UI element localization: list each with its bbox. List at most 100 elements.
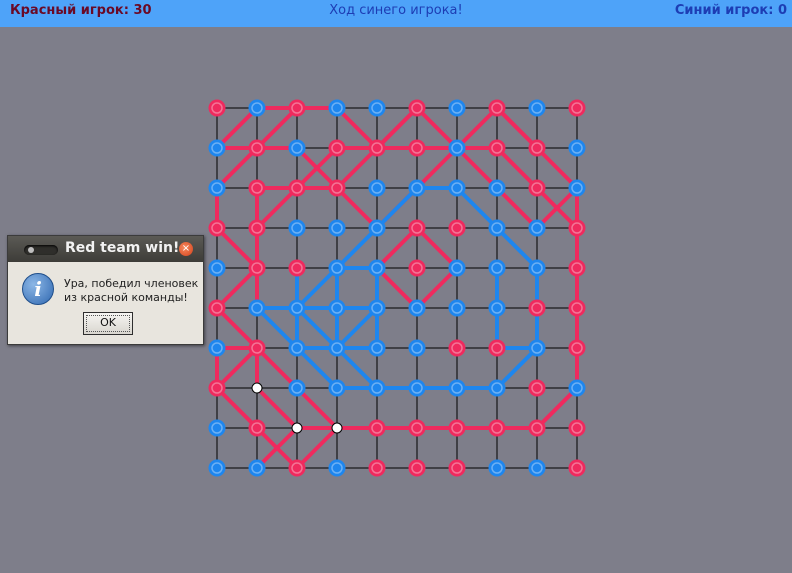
red-dot[interactable] — [488, 339, 506, 357]
red-dot[interactable] — [208, 299, 226, 317]
blue-dot[interactable] — [208, 259, 226, 277]
blue-dot[interactable] — [248, 99, 266, 117]
red-dot[interactable] — [288, 179, 306, 197]
blue-dot[interactable] — [528, 219, 546, 237]
red-dot[interactable] — [528, 179, 546, 197]
blue-dot[interactable] — [528, 339, 546, 357]
blue-dot[interactable] — [208, 459, 226, 477]
blue-dot[interactable] — [248, 299, 266, 317]
red-dot[interactable] — [488, 419, 506, 437]
blue-dot[interactable] — [288, 219, 306, 237]
red-dot[interactable] — [328, 179, 346, 197]
red-dot[interactable] — [528, 139, 546, 157]
dialog-titlebar[interactable]: Red team win! × — [8, 236, 203, 262]
blue-dot[interactable] — [288, 139, 306, 157]
red-dot[interactable] — [568, 99, 586, 117]
blue-dot[interactable] — [368, 179, 386, 197]
blue-dot[interactable] — [408, 299, 426, 317]
red-dot[interactable] — [248, 339, 266, 357]
blue-dot[interactable] — [448, 99, 466, 117]
red-dot[interactable] — [568, 259, 586, 277]
blue-dot[interactable] — [528, 459, 546, 477]
blue-dot[interactable] — [328, 459, 346, 477]
red-dot[interactable] — [248, 179, 266, 197]
red-dot[interactable] — [528, 419, 546, 437]
red-dot[interactable] — [488, 139, 506, 157]
blue-dot[interactable] — [568, 379, 586, 397]
red-dot[interactable] — [408, 259, 426, 277]
window-menu-icon[interactable] — [24, 245, 58, 255]
blue-dot[interactable] — [488, 299, 506, 317]
blue-dot[interactable] — [408, 339, 426, 357]
blue-dot[interactable] — [208, 179, 226, 197]
blue-dot[interactable] — [408, 179, 426, 197]
blue-dot[interactable] — [288, 379, 306, 397]
red-dot[interactable] — [408, 419, 426, 437]
blue-dot[interactable] — [288, 299, 306, 317]
blue-dot[interactable] — [528, 99, 546, 117]
red-dot[interactable] — [448, 419, 466, 437]
red-dot[interactable] — [528, 299, 546, 317]
blue-dot[interactable] — [448, 259, 466, 277]
red-dot[interactable] — [288, 259, 306, 277]
red-dot[interactable] — [288, 99, 306, 117]
blue-dot[interactable] — [328, 339, 346, 357]
red-dot[interactable] — [448, 219, 466, 237]
red-dot[interactable] — [488, 99, 506, 117]
blue-dot[interactable] — [408, 379, 426, 397]
blue-dot[interactable] — [328, 219, 346, 237]
blue-dot[interactable] — [488, 459, 506, 477]
red-dot[interactable] — [408, 99, 426, 117]
blue-dot[interactable] — [328, 259, 346, 277]
blue-dot[interactable] — [208, 339, 226, 357]
red-dot[interactable] — [408, 219, 426, 237]
red-dot[interactable] — [568, 419, 586, 437]
red-dot[interactable] — [368, 139, 386, 157]
red-dot[interactable] — [248, 419, 266, 437]
blue-dot[interactable] — [248, 459, 266, 477]
empty-point[interactable] — [331, 422, 343, 434]
blue-dot[interactable] — [488, 259, 506, 277]
red-dot[interactable] — [528, 379, 546, 397]
empty-point[interactable] — [251, 382, 263, 394]
blue-dot[interactable] — [328, 379, 346, 397]
red-dot[interactable] — [328, 139, 346, 157]
blue-dot[interactable] — [448, 299, 466, 317]
blue-dot[interactable] — [368, 99, 386, 117]
blue-dot[interactable] — [448, 379, 466, 397]
blue-dot[interactable] — [568, 139, 586, 157]
red-dot[interactable] — [368, 459, 386, 477]
close-icon[interactable]: × — [179, 242, 193, 256]
blue-dot[interactable] — [208, 139, 226, 157]
blue-dot[interactable] — [488, 179, 506, 197]
red-dot[interactable] — [448, 459, 466, 477]
empty-point[interactable] — [291, 422, 303, 434]
blue-dot[interactable] — [368, 339, 386, 357]
red-dot[interactable] — [248, 259, 266, 277]
red-dot[interactable] — [208, 379, 226, 397]
blue-dot[interactable] — [528, 259, 546, 277]
red-dot[interactable] — [448, 339, 466, 357]
red-dot[interactable] — [208, 219, 226, 237]
blue-dot[interactable] — [368, 379, 386, 397]
red-dot[interactable] — [568, 339, 586, 357]
blue-dot[interactable] — [568, 179, 586, 197]
red-dot[interactable] — [288, 459, 306, 477]
blue-dot[interactable] — [488, 379, 506, 397]
red-dot[interactable] — [248, 219, 266, 237]
red-dot[interactable] — [568, 299, 586, 317]
blue-dot[interactable] — [368, 259, 386, 277]
red-dot[interactable] — [408, 139, 426, 157]
blue-dot[interactable] — [368, 219, 386, 237]
blue-dot[interactable] — [328, 299, 346, 317]
red-dot[interactable] — [568, 219, 586, 237]
blue-dot[interactable] — [208, 419, 226, 437]
red-dot[interactable] — [368, 419, 386, 437]
blue-dot[interactable] — [288, 339, 306, 357]
red-dot[interactable] — [248, 139, 266, 157]
red-dot[interactable] — [408, 459, 426, 477]
blue-dot[interactable] — [448, 139, 466, 157]
red-dot[interactable] — [208, 99, 226, 117]
red-dot[interactable] — [568, 459, 586, 477]
blue-dot[interactable] — [448, 179, 466, 197]
